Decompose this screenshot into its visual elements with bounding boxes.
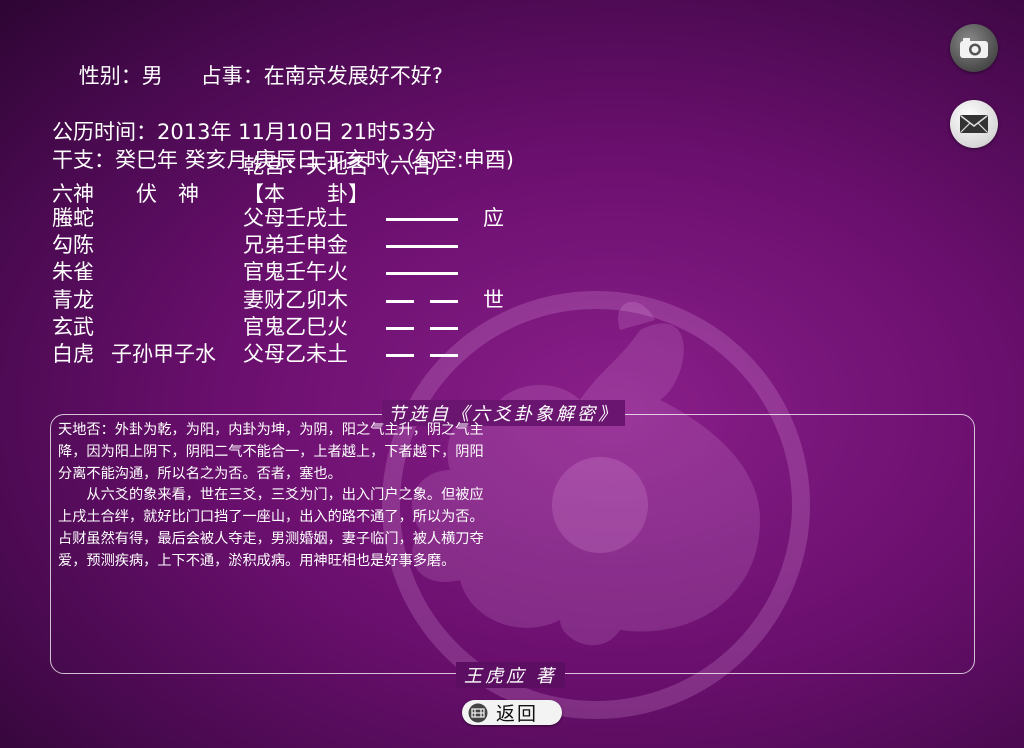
yao-row: 玄武 官鬼乙巳火: [0, 314, 1024, 341]
yang-line: [386, 272, 458, 276]
yao-cell: 父母壬戌土: [243, 206, 348, 230]
yao-cell: 妻财乙卯木: [243, 287, 348, 312]
yin-line-left: [386, 299, 414, 303]
yao-row: 青龙 妻财乙卯木 世: [0, 287, 1024, 314]
return-button[interactable]: 返回: [462, 700, 562, 725]
yao-row: 勾陈 兄弟壬申金: [0, 232, 1024, 259]
yin-line-right: [430, 354, 458, 357]
camera-icon: [960, 38, 988, 58]
liushen-cell: 玄武: [52, 314, 94, 339]
gua-title: 乾宫：天地否（六合）: [243, 154, 453, 178]
shiying-mark: 应: [483, 206, 504, 230]
yao-row: 螣蛇 父母壬戌土 应: [0, 205, 1024, 232]
interpretation-paragraph-2: 从六爻的象来看，世在三爻，三爻为门，出入门户之象。但被应上戌土合绊，就好比门口挡…: [58, 487, 484, 569]
author-credit: 王虎应 著: [456, 662, 565, 688]
liushen-cell: 白虎: [52, 342, 94, 366]
liushen-cell: 青龙: [52, 287, 94, 312]
yin-line-right: [430, 299, 458, 303]
yang-line: [386, 245, 458, 249]
yao-cell: 父母乙未土: [243, 342, 348, 366]
shiying-mark: 世: [483, 287, 504, 312]
interpretation-paragraph-1: 天地否：外卦为乾，为阳，内卦为坤，为阴，阳之气主升，阴之气主降，因为阳上阴下，阴…: [58, 422, 484, 482]
yao-row: 白虎 子孙甲子水 父母乙未土: [0, 341, 1024, 368]
yang-line: [386, 218, 458, 221]
yin-line-left: [386, 354, 414, 357]
liushen-cell: 朱雀: [52, 260, 94, 285]
yao-cell: 官鬼乙巳火: [243, 314, 348, 339]
interpretation-text: 天地否：外卦为乾，为阳，内卦为坤，为阴，阳之气主升，阴之气主降，因为阳上阴下，阴…: [58, 420, 490, 573]
yin-line-left: [386, 326, 414, 330]
liushen-cell: 勾陈: [52, 233, 94, 258]
mail-button[interactable]: [950, 100, 998, 148]
return-label: 返回: [496, 703, 539, 725]
gender-text: 性别：男: [78, 64, 163, 88]
mail-icon: [960, 115, 988, 133]
column-bengua: 【本 卦】: [243, 182, 369, 206]
yin-line-right: [430, 326, 458, 330]
question-text: 占事：在南京发展好不好?: [200, 64, 443, 88]
yao-cell: 兄弟壬申金: [243, 233, 348, 258]
column-fushen: 伏 神: [136, 182, 199, 206]
date-text: 公历时间：2013年 11月10日 21时53分: [52, 120, 436, 144]
liushen-cell: 螣蛇: [52, 206, 94, 230]
fushen-cell: 子孙甲子水: [111, 342, 216, 366]
column-liushen: 六神: [52, 182, 94, 206]
yao-cell: 官鬼壬午火: [243, 260, 348, 285]
yao-row: 朱雀 官鬼壬午火: [0, 259, 1024, 286]
camera-button[interactable]: [950, 24, 998, 72]
endless-knot-icon: [468, 703, 488, 722]
